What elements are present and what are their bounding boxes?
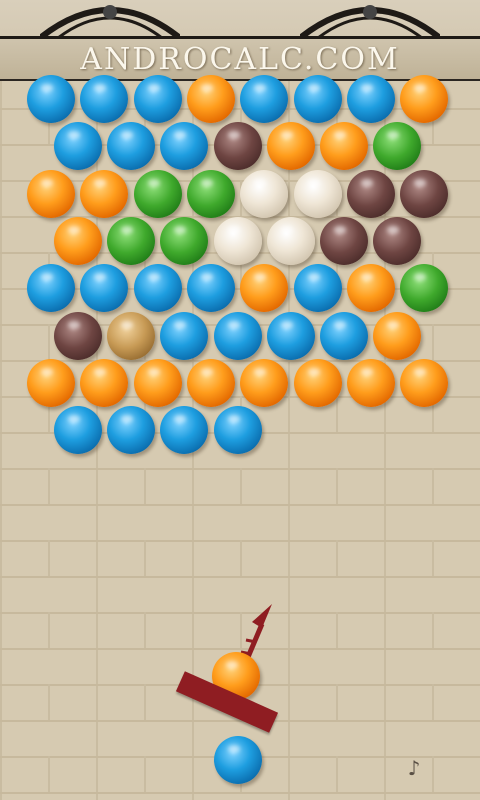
bubble-blue xyxy=(27,75,75,123)
bubble-blue xyxy=(106,122,155,171)
bubble-orange xyxy=(346,358,395,407)
bubble-green xyxy=(133,169,182,218)
bubble-orange xyxy=(27,358,75,407)
bubble-orange xyxy=(346,264,395,313)
bubble-orange xyxy=(400,75,449,123)
bubble-blue xyxy=(320,311,369,360)
bubble-maroon xyxy=(213,122,262,171)
left-arch-ornament xyxy=(40,5,180,40)
bubble-blue xyxy=(213,406,262,455)
bubble-blue xyxy=(133,75,182,123)
bubble-maroon xyxy=(346,169,395,218)
bubble-blue xyxy=(293,75,342,123)
bubble-maroon xyxy=(400,169,449,218)
bubble-blue xyxy=(346,75,395,123)
bubble-orange xyxy=(80,169,129,218)
bubble-orange xyxy=(186,358,235,407)
bubble-green xyxy=(160,216,209,265)
bubble-blue xyxy=(53,406,102,455)
speaker-icon[interactable]: ♪ xyxy=(401,755,427,781)
bubble-green xyxy=(106,216,155,265)
bubble-green xyxy=(400,264,449,313)
bubble-cream xyxy=(240,169,289,218)
bubble-orange xyxy=(27,169,75,218)
bubble-cream xyxy=(293,169,342,218)
header-banner: ANDROCALC.COM xyxy=(0,0,480,81)
right-arch-ornament xyxy=(300,5,440,40)
bubble-blue xyxy=(80,75,129,123)
bubble-maroon xyxy=(373,216,422,265)
bubble-blue xyxy=(133,264,182,313)
bubble-orange xyxy=(133,358,182,407)
bubble-orange xyxy=(80,358,129,407)
bubble-blue xyxy=(266,311,315,360)
bubble-blue xyxy=(293,264,342,313)
bubble-blue xyxy=(27,264,75,313)
bubble-orange xyxy=(53,216,102,265)
bubble-tan xyxy=(106,311,155,360)
bubble-orange xyxy=(400,358,449,407)
bubble-orange xyxy=(293,358,342,407)
bubble-blue xyxy=(213,311,262,360)
bubble-blue xyxy=(106,406,155,455)
bubble-orange xyxy=(373,311,422,360)
bubble-cream xyxy=(266,216,315,265)
bubble-orange xyxy=(186,75,235,123)
bubble-maroon xyxy=(320,216,369,265)
bubble-orange xyxy=(266,122,315,171)
bubble-blue xyxy=(160,311,209,360)
bubble-cream xyxy=(213,216,262,265)
bubble-blue xyxy=(53,122,102,171)
site-title: ANDROCALC.COM xyxy=(80,42,400,77)
bubble-green xyxy=(186,169,235,218)
bubble-maroon xyxy=(53,311,102,360)
bubble-blue xyxy=(186,264,235,313)
bubble-blue xyxy=(160,406,209,455)
bubble-orange xyxy=(240,358,289,407)
bubble-blue xyxy=(240,75,289,123)
